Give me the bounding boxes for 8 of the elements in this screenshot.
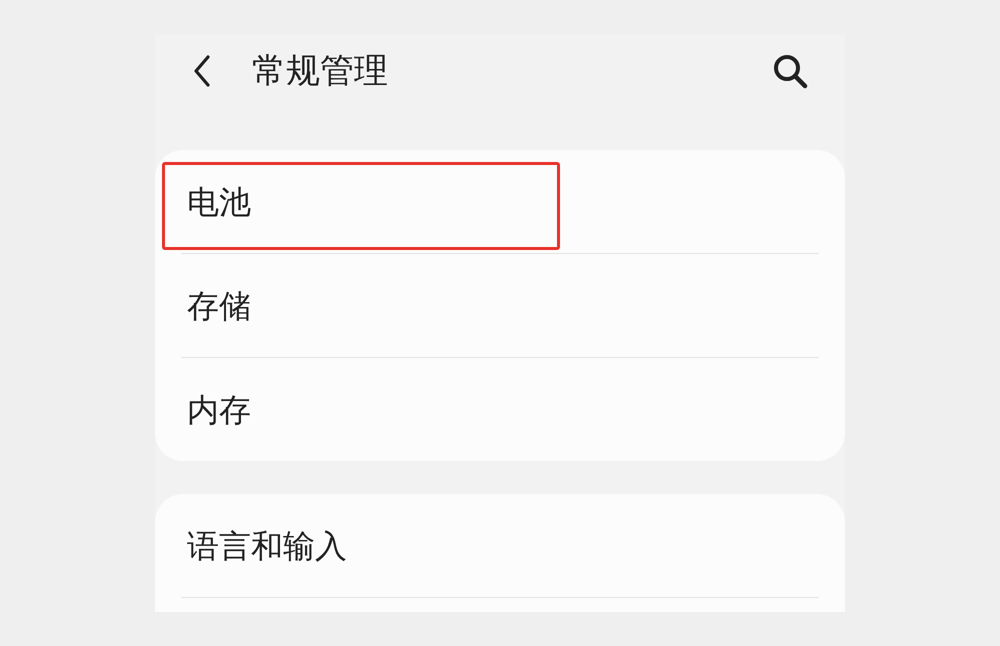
settings-item[interactable]: 电池 — [155, 150, 845, 253]
chevron-left-icon — [193, 55, 211, 87]
search-icon — [772, 53, 808, 89]
settings-item[interactable]: 存储 — [155, 254, 845, 357]
settings-item[interactable]: 语言和输入 — [155, 494, 845, 597]
search-button[interactable] — [771, 52, 809, 90]
settings-item[interactable]: 内存 — [155, 358, 845, 461]
page-title: 常规管理 — [252, 51, 388, 91]
